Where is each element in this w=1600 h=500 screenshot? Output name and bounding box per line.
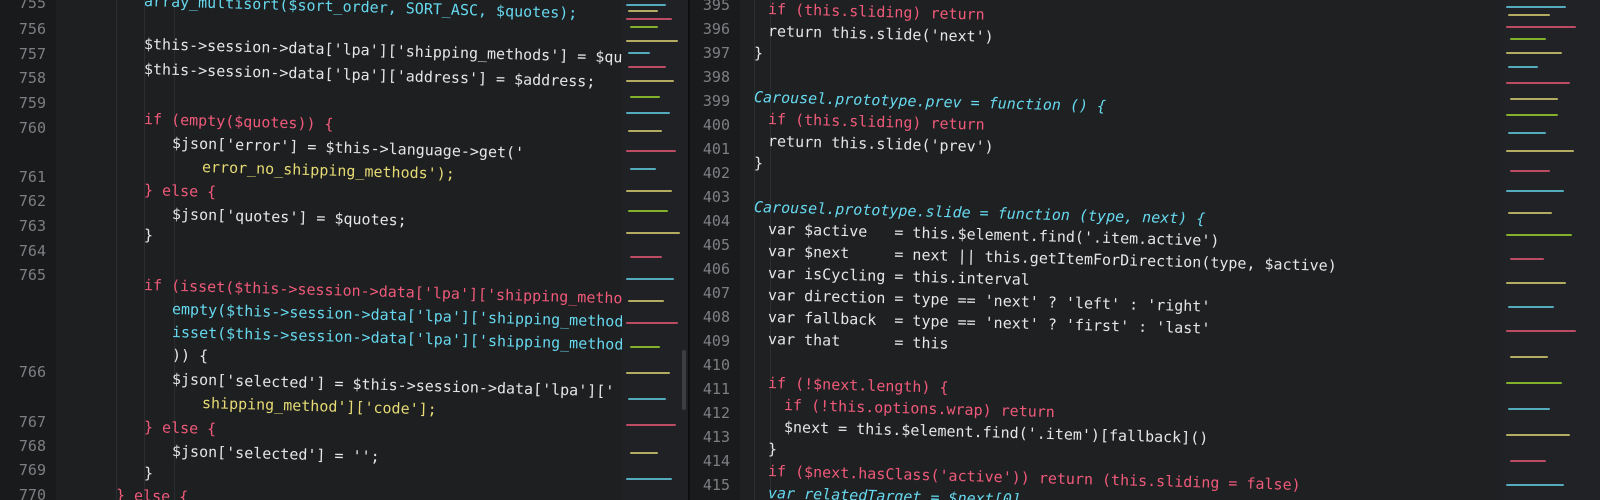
line-number: 404 [702,212,730,230]
code-line: )) { [171,346,209,366]
line-number: 759 [18,94,46,112]
code-line: } else { [115,486,189,500]
code-line: } else { [143,418,217,439]
code-line: var relatedTarget = $next[0] [767,484,1022,500]
line-number: 760 [18,119,46,137]
code-line: var isCycling = this.interval [767,264,1031,289]
code-line: $this->session->data['lpa']['address'] =… [143,60,596,91]
line-number: 406 [702,260,730,278]
line-number: 397 [702,44,730,62]
line-number: 765 [18,266,46,284]
line-number: 408 [702,308,730,326]
line-number: 761 [18,168,46,186]
editor-pane-right[interactable]: 395 396 397 398 399 400 401 402 403 404 … [690,0,1600,500]
code-line: } else { [143,181,217,202]
line-number: 414 [702,452,730,470]
code-line: return this.slide('next') [767,22,994,46]
line-number: 768 [18,437,46,455]
code-line: if (!$next.length) { [767,374,949,397]
code-line: if (!this.options.wrap) return [783,396,1056,422]
scrollbar-thumb[interactable] [682,350,686,410]
line-number: 762 [18,192,46,210]
minimap-left[interactable] [622,0,690,500]
code-line: } [143,226,154,245]
code-area[interactable]: array_multisort($sort_order, SORT_ASC, $… [56,0,690,500]
code-line: $json['quotes'] = $quotes; [171,205,407,230]
line-number: 410 [702,356,730,374]
code-line: var that = this [767,330,949,353]
code-line: return this.slide('prev') [767,132,994,156]
code-area[interactable]: if (this.sliding) return return this.sli… [740,0,1500,500]
line-number: 402 [702,164,730,182]
line-number: 398 [702,68,730,86]
line-number: 766 [18,363,46,381]
line-number: 756 [18,20,46,38]
minimap-right[interactable] [1500,0,1600,500]
code-line: } [767,440,778,459]
line-number: 770 [18,486,46,500]
code-line: $json['selected'] = ''; [171,442,380,466]
line-number: 400 [702,116,730,134]
line-number: 767 [18,413,46,431]
line-number: 399 [702,92,730,110]
code-line: } [753,154,764,173]
line-number: 415 [702,476,730,494]
line-number: 403 [702,188,730,206]
code-line: $next = this.$element.find('.item')[fall… [783,418,1209,448]
editor-pane-left[interactable]: 755 756 757 758 759 760 761 762 763 764 … [0,0,690,500]
line-number: 412 [702,404,730,422]
line-number: 396 [702,20,730,38]
line-number: 769 [18,461,46,479]
line-number: 407 [702,284,730,302]
line-number: 755 [18,0,46,12]
code-line: if (this.sliding) return [767,110,985,134]
line-number: 411 [702,380,730,398]
code-line: } [143,464,154,483]
line-number: 757 [18,45,46,63]
line-number: 763 [18,217,46,235]
line-number: 413 [702,428,730,446]
code-line: if (this.sliding) return [767,0,985,24]
code-line: array_multisort($sort_order, SORT_ASC, $… [143,0,578,23]
code-line: error_no_shipping_methods'); [201,158,456,184]
line-number: 758 [18,69,46,87]
line-number: 401 [702,140,730,158]
line-number: 764 [18,242,46,260]
line-number: 405 [702,236,730,254]
line-number: 409 [702,332,730,350]
line-number-gutter: 755 756 757 758 759 760 761 762 763 764 … [0,0,56,500]
code-line: shipping_method']['code']; [201,394,437,419]
line-number: 395 [702,0,730,14]
line-number-gutter: 395 396 397 398 399 400 401 402 403 404 … [690,0,740,500]
code-line: if (empty($quotes)) { [143,110,334,134]
code-line: } [753,44,764,63]
